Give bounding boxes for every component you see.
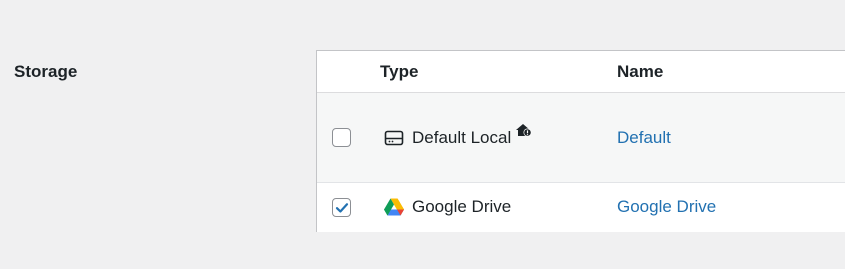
storage-name-link-default[interactable]: Default [617,128,671,148]
table-row: Google Drive Google Drive [317,183,845,232]
storage-table: Type Name Default Local Default Google D… [316,50,845,232]
google-drive-icon [383,196,405,218]
type-label: Default Local [412,128,512,147]
type-cell: Google Drive [383,196,511,218]
storage-section-label: Storage [14,62,78,81]
checkmark-icon [335,203,349,213]
row-checkbox-default-local[interactable] [332,128,351,147]
type-label: Google Drive [412,197,512,216]
type-cell: Default Local [383,124,533,149]
storage-name-link-google-drive[interactable]: Google Drive [617,197,716,217]
hard-drive-icon [383,127,405,149]
home-icon [515,122,533,138]
table-row: Default Local Default [317,93,845,183]
column-header-type: Type [380,62,419,81]
column-header-name: Name [617,62,664,81]
table-header: Type Name [317,51,845,93]
row-checkbox-google-drive[interactable] [332,198,351,217]
